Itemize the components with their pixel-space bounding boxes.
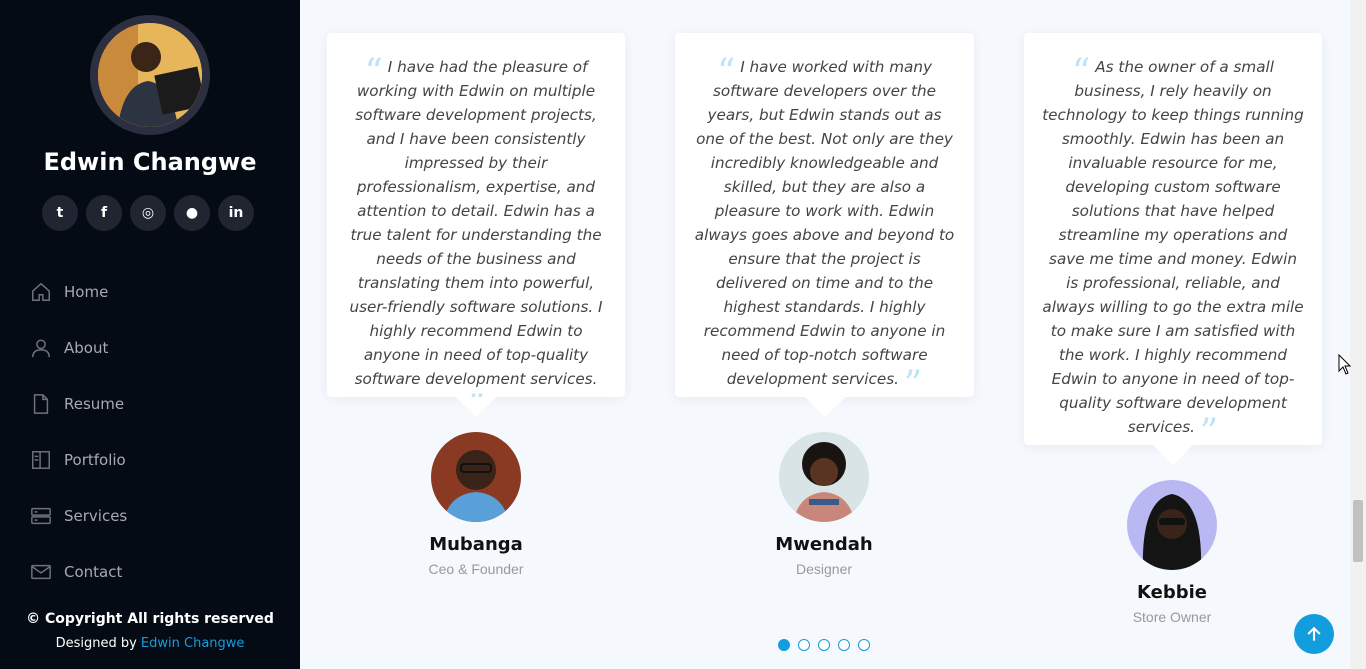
profile-avatar-frame (90, 15, 210, 135)
instagram-icon[interactable]: ◎ (130, 195, 166, 231)
testimonial-card: “ I have worked with many software devel… (675, 33, 974, 417)
quote-close-icon: ” (466, 388, 486, 429)
testimonial-card: “ I have had the pleasure of working wit… (327, 33, 625, 427)
author-name: Mubanga (429, 534, 523, 555)
book-icon (32, 451, 50, 469)
github-icon[interactable]: ● (174, 195, 210, 231)
nav-item-services[interactable]: Services (30, 488, 270, 544)
author-role: Ceo & Founder (428, 561, 524, 577)
pagination-dot-4[interactable] (838, 639, 850, 651)
nav-label: Portfolio (64, 451, 126, 469)
credits-prefix: Designed by (55, 636, 137, 651)
author-photo (1127, 480, 1217, 570)
quote-close-icon: ” (1199, 412, 1219, 453)
linkedin-icon[interactable]: in (218, 195, 254, 231)
author-name: Mwendah (775, 534, 873, 555)
owner-name: Edwin Changwe (43, 148, 257, 176)
credits: Designed by Edwin Changwe (0, 636, 300, 651)
nav-item-contact[interactable]: Contact (30, 544, 270, 600)
quote-text: I have had the pleasure of working with … (349, 58, 603, 388)
testimonial-author: Kebbie Store Owner (1022, 480, 1322, 625)
quote-text: As the owner of a small business, I rely… (1042, 58, 1304, 436)
testimonial-quote: “ As the owner of a small business, I re… (1042, 52, 1304, 451)
author-name: Kebbie (1137, 582, 1207, 603)
pagination-dot-1[interactable] (778, 639, 790, 651)
quote-close-icon: ” (903, 364, 923, 405)
server-icon (31, 507, 51, 525)
pagination-dot-3[interactable] (818, 639, 830, 651)
nav-item-portfolio[interactable]: Portfolio (30, 432, 270, 488)
testimonial-author: Mwendah Designer (674, 432, 974, 577)
author-role: Store Owner (1132, 609, 1212, 625)
nav-label: Contact (64, 563, 123, 581)
author-photo (431, 432, 521, 522)
pagination-dot-2[interactable] (798, 639, 810, 651)
nav-item-about[interactable]: About (30, 320, 270, 376)
main-nav: Home About Resume Portfolio Services Con… (30, 264, 270, 600)
social-links: t f ◎ ● in (42, 195, 254, 231)
nav-label: About (64, 339, 109, 357)
back-to-top-button[interactable] (1294, 614, 1334, 654)
nav-label: Home (64, 283, 109, 301)
sidebar: Edwin Changwe t f ◎ ● in Home About Resu… (0, 0, 300, 669)
arrow-up-icon (1307, 626, 1321, 641)
author-role: Designer (795, 561, 853, 577)
nav-label: Resume (64, 395, 125, 413)
quote-open-icon: “ (717, 52, 736, 93)
testimonial-author: Mubanga Ceo & Founder (326, 432, 626, 577)
quote-text: I have worked with many software develop… (694, 58, 955, 388)
quote-open-icon: “ (1072, 52, 1091, 93)
scrollbar-thumb[interactable] (1353, 500, 1363, 562)
testimonials-section: “ I have had the pleasure of working wit… (300, 0, 1350, 669)
quote-open-icon: “ (364, 52, 383, 93)
twitter-icon[interactable]: t (42, 195, 78, 231)
testimonial-quote: “ I have had the pleasure of working wit… (345, 52, 607, 427)
author-photo (779, 432, 869, 522)
testimonial-card: “ As the owner of a small business, I re… (1024, 33, 1322, 465)
person-icon (32, 339, 50, 358)
pagination-dot-5[interactable] (858, 639, 870, 651)
designer-link[interactable]: Edwin Changwe (141, 636, 245, 651)
nav-item-home[interactable]: Home (30, 264, 270, 320)
mouse-cursor-icon (1338, 354, 1352, 375)
page-scrollbar[interactable] (1350, 0, 1366, 669)
copyright-text: © Copyright All rights reserved (26, 611, 274, 627)
nav-label: Services (64, 507, 128, 525)
nav-item-resume[interactable]: Resume (30, 376, 270, 432)
facebook-icon[interactable]: f (86, 195, 122, 231)
house-icon (32, 282, 50, 301)
profile-avatar (98, 23, 202, 127)
testimonial-quote: “ I have worked with many software devel… (693, 52, 956, 403)
file-icon (33, 394, 49, 414)
envelope-icon (31, 564, 51, 580)
carousel-pagination (778, 639, 870, 651)
